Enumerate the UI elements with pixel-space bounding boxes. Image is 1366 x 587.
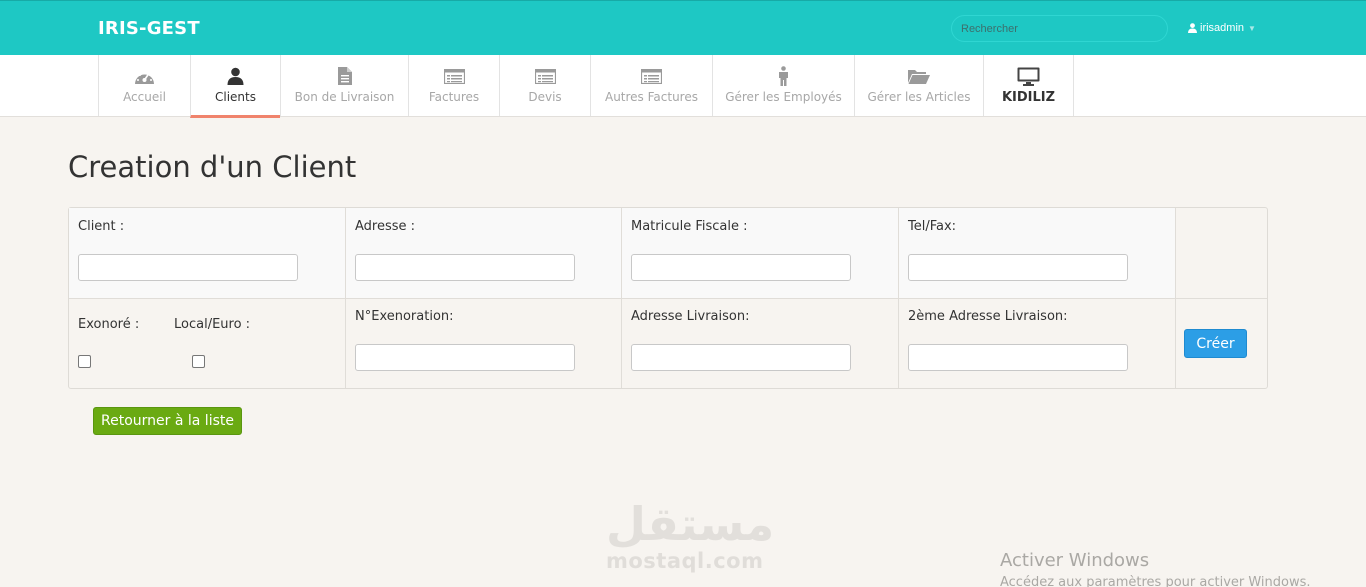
- nav-label: Clients: [215, 90, 256, 104]
- activation-title: Activer Windows: [1000, 550, 1150, 571]
- nav-item-gerer-articles[interactable]: Gérer les Articles: [854, 55, 983, 116]
- matricule-fiscale-label: Matricule Fiscale :: [631, 219, 748, 234]
- adresse2-livraison-label: 2ème Adresse Livraison:: [908, 309, 1068, 324]
- nav-label: Gérer les Employés: [725, 90, 842, 104]
- adresse-field[interactable]: [355, 254, 575, 281]
- adresse-livraison-label: Adresse Livraison:: [631, 309, 750, 324]
- exonore-checkbox[interactable]: [78, 355, 91, 368]
- brand-logo[interactable]: IRIS-GEST: [98, 18, 200, 39]
- nav-label: Devis: [528, 90, 562, 104]
- mostaql-watermark-latin: mostaql.com: [606, 549, 764, 573]
- nav-label: Gérer les Articles: [867, 90, 971, 104]
- list-icon: [443, 68, 465, 84]
- n-exoneration-label: N°Exenoration:: [355, 309, 454, 324]
- back-to-list-button[interactable]: Retourner à la liste: [93, 407, 242, 435]
- folder-open-icon: [908, 70, 930, 84]
- page-title: Creation d'un Client: [68, 150, 357, 184]
- create-button[interactable]: Créer: [1184, 329, 1247, 358]
- top-bar: IRIS-GEST irisadmin ▼: [0, 0, 1366, 55]
- nav-item-factures[interactable]: Factures: [408, 55, 499, 116]
- adresse2-livraison-field[interactable]: [908, 344, 1128, 371]
- dashboard-icon: [135, 71, 154, 84]
- nav-item-accueil[interactable]: Accueil: [98, 55, 190, 116]
- person-icon: [779, 66, 788, 86]
- nav-item-gerer-employes[interactable]: Gérer les Employés: [712, 55, 854, 116]
- main-nav: Accueil Clients Bon de Livraison Facture…: [0, 55, 1366, 118]
- nav-item-devis[interactable]: Devis: [499, 55, 590, 116]
- local-euro-label: Local/Euro :: [174, 317, 251, 332]
- username-label: irisadmin: [1200, 22, 1245, 34]
- column-divider: [69, 208, 346, 388]
- list-icon: [534, 68, 556, 84]
- nav-label: KIDILIZ: [1001, 90, 1056, 105]
- local-euro-checkbox[interactable]: [192, 355, 205, 368]
- nav-label: Factures: [428, 90, 480, 104]
- exonore-label: Exonoré :: [78, 317, 140, 332]
- search-input[interactable]: [951, 15, 1168, 42]
- client-label: Client :: [78, 219, 125, 234]
- chevron-down-icon: ▼: [1248, 23, 1256, 33]
- user-icon: [1188, 23, 1197, 33]
- tel-fax-label: Tel/Fax:: [908, 219, 957, 234]
- list-icon: [641, 68, 662, 84]
- nav-item-clients[interactable]: Clients: [190, 55, 280, 118]
- activation-subtitle: Accédez aux paramètres pour activer Wind…: [1000, 575, 1311, 587]
- adresse-livraison-field[interactable]: [631, 344, 851, 371]
- mostaql-watermark-arabic: مستقل: [606, 497, 775, 551]
- user-menu[interactable]: irisadmin ▼: [1188, 22, 1256, 34]
- nav-item-bon-de-livraison[interactable]: Bon de Livraison: [280, 55, 408, 116]
- user-icon: [227, 67, 244, 85]
- file-icon: [337, 67, 352, 85]
- n-exoneration-field[interactable]: [355, 344, 575, 371]
- monitor-icon: [1017, 67, 1040, 86]
- client-form: Client : Adresse : Matricule Fiscale : T…: [68, 207, 1268, 389]
- tel-fax-field[interactable]: [908, 254, 1128, 281]
- nav-label: Accueil: [123, 90, 166, 104]
- adresse-label: Adresse :: [355, 219, 416, 234]
- nav-item-autres-factures[interactable]: Autres Factures: [590, 55, 712, 116]
- client-field[interactable]: [78, 254, 298, 281]
- nav-item-kidiliz[interactable]: KIDILIZ: [983, 55, 1074, 116]
- nav-label: Bon de Livraison: [294, 90, 395, 104]
- matricule-fiscale-field[interactable]: [631, 254, 851, 281]
- nav-label: Autres Factures: [604, 90, 698, 104]
- windows-activation-notice: Activer Windows Accédez aux paramètres p…: [1000, 550, 1311, 587]
